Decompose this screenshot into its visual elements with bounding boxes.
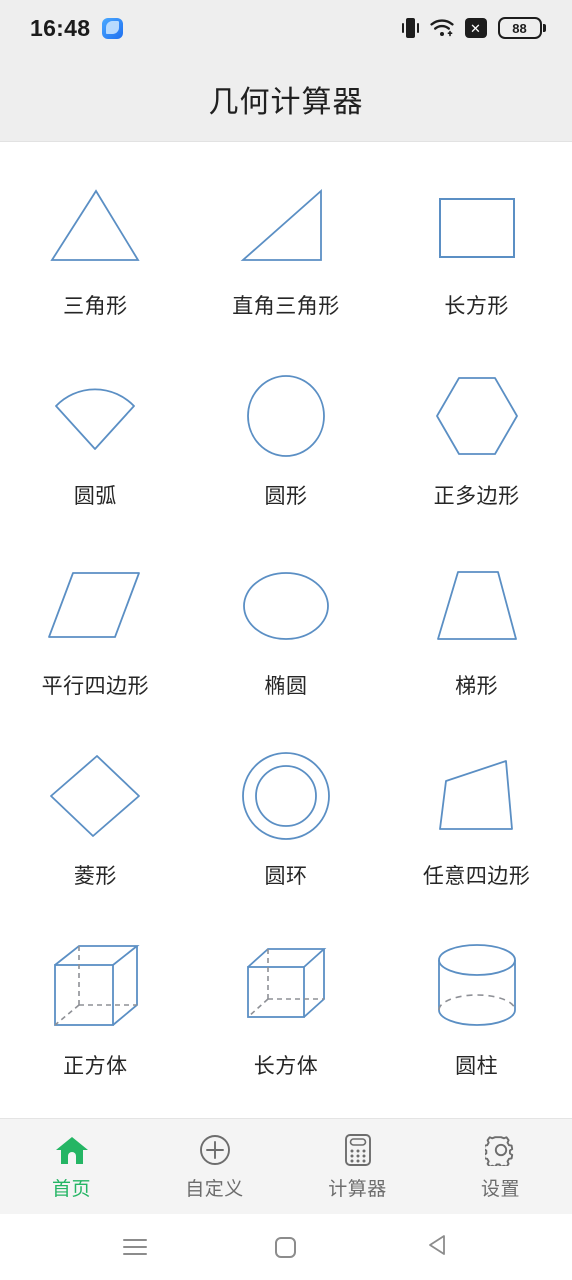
shape-item-annulus[interactable]: 圆环 [191, 730, 382, 920]
home-button[interactable] [251, 1224, 321, 1270]
shape-label: 菱形 [73, 865, 117, 888]
quadrilateral-shape [417, 742, 537, 850]
app-badge-icon [102, 17, 124, 39]
wifi-icon [429, 18, 454, 38]
tab-calculator[interactable]: 计算器 [286, 1119, 429, 1214]
shape-grid-container: 三角形 直角三角形 长方形 圆弧 圆形 正多边形 平行四边形 椭圆 梯形 菱形 … [0, 142, 572, 1118]
shape-item-ellipse[interactable]: 椭圆 [191, 540, 382, 730]
shape-item-arc[interactable]: 圆弧 [0, 350, 191, 540]
shape-label: 任意四边形 [422, 865, 531, 888]
shape-item-right-triangle[interactable]: 直角三角形 [191, 160, 382, 350]
bottom-tab-bar: 首页 自定义 计算器 设置 [0, 1118, 572, 1214]
arc-sector-shape [35, 362, 155, 470]
tab-home[interactable]: 首页 [0, 1119, 143, 1214]
shape-label: 三角形 [63, 295, 128, 318]
battery-indicator: 88 [497, 17, 546, 39]
app-root: 16:48 ✕ 88 几何计算器 三角形 直角三角形 长方形 圆弧 圆形 正多边… [0, 0, 572, 1280]
circle-shape [226, 362, 346, 470]
shape-item-cylinder[interactable]: 圆柱 [381, 920, 572, 1110]
shape-label: 直角三角形 [232, 295, 340, 318]
shape-label: 正多边形 [433, 485, 520, 508]
tab-label: 计算器 [328, 1178, 387, 1200]
shape-label: 平行四边形 [41, 675, 150, 698]
system-navigation-bar [0, 1214, 572, 1280]
tab-label: 设置 [480, 1178, 520, 1200]
back-triangle-icon [427, 1234, 447, 1261]
shape-item-circle[interactable]: 圆形 [191, 350, 382, 540]
shape-item-trapezoid[interactable]: 梯形 [381, 540, 572, 730]
shape-item-rectangle[interactable]: 长方形 [381, 160, 572, 350]
shape-grid: 三角形 直角三角形 长方形 圆弧 圆形 正多边形 平行四边形 椭圆 梯形 菱形 … [0, 160, 572, 1110]
recents-button[interactable] [100, 1224, 170, 1270]
rectangle-shape [417, 172, 537, 280]
tab-label: 自定义 [185, 1178, 244, 1200]
parallelogram-shape [35, 552, 155, 660]
square-icon [275, 1236, 297, 1258]
shape-item-parallelogram[interactable]: 平行四边形 [0, 540, 191, 730]
shape-label: 圆环 [264, 865, 308, 888]
cylinder-shape [417, 932, 537, 1040]
tab-custom[interactable]: 自定义 [143, 1119, 286, 1214]
ellipse-shape [226, 552, 346, 660]
calculator-icon [344, 1133, 372, 1167]
x-icon: ✕ [464, 18, 487, 38]
tab-settings[interactable]: 设置 [429, 1119, 572, 1214]
shape-item-regular-polygon[interactable]: 正多边形 [381, 350, 572, 540]
page-title: 几何计算器 [208, 85, 364, 119]
tab-label: 首页 [51, 1178, 91, 1200]
trapezoid-shape [417, 552, 537, 660]
home-icon [55, 1133, 89, 1167]
shape-label: 长方形 [444, 295, 509, 318]
plus-circle-icon [199, 1133, 231, 1167]
annulus-shape [226, 742, 346, 850]
gear-icon [484, 1133, 517, 1167]
shape-item-rhombus[interactable]: 菱形 [0, 730, 191, 920]
shape-label: 圆柱 [455, 1055, 499, 1078]
vibrate-icon [401, 17, 419, 39]
back-button[interactable] [402, 1224, 472, 1270]
status-bar-left: 16:48 [30, 14, 124, 42]
rhombus-shape [35, 742, 155, 850]
title-bar: 几何计算器 [0, 56, 572, 142]
triangle-shape [35, 172, 155, 280]
shape-label: 长方体 [253, 1055, 319, 1078]
right-triangle-shape [226, 172, 346, 280]
shape-label: 梯形 [455, 675, 499, 698]
shape-label: 圆形 [264, 485, 308, 508]
status-bar: 16:48 ✕ 88 [0, 0, 572, 56]
status-clock: 16:48 [30, 14, 91, 41]
shape-label: 圆弧 [73, 485, 117, 508]
status-bar-right: ✕ 88 [401, 17, 546, 39]
shape-item-triangle[interactable]: 三角形 [0, 160, 191, 350]
shape-label: 正方体 [63, 1055, 128, 1078]
shape-item-cuboid[interactable]: 长方体 [191, 920, 382, 1110]
regular-polygon-shape [417, 362, 537, 470]
cube-shape [35, 932, 155, 1040]
shape-label: 椭圆 [264, 675, 308, 698]
cuboid-shape [226, 932, 346, 1040]
menu-icon [123, 1239, 148, 1255]
battery-level: 88 [512, 20, 527, 36]
shape-item-cube[interactable]: 正方体 [0, 920, 191, 1110]
shape-item-quadrilateral[interactable]: 任意四边形 [381, 730, 572, 920]
